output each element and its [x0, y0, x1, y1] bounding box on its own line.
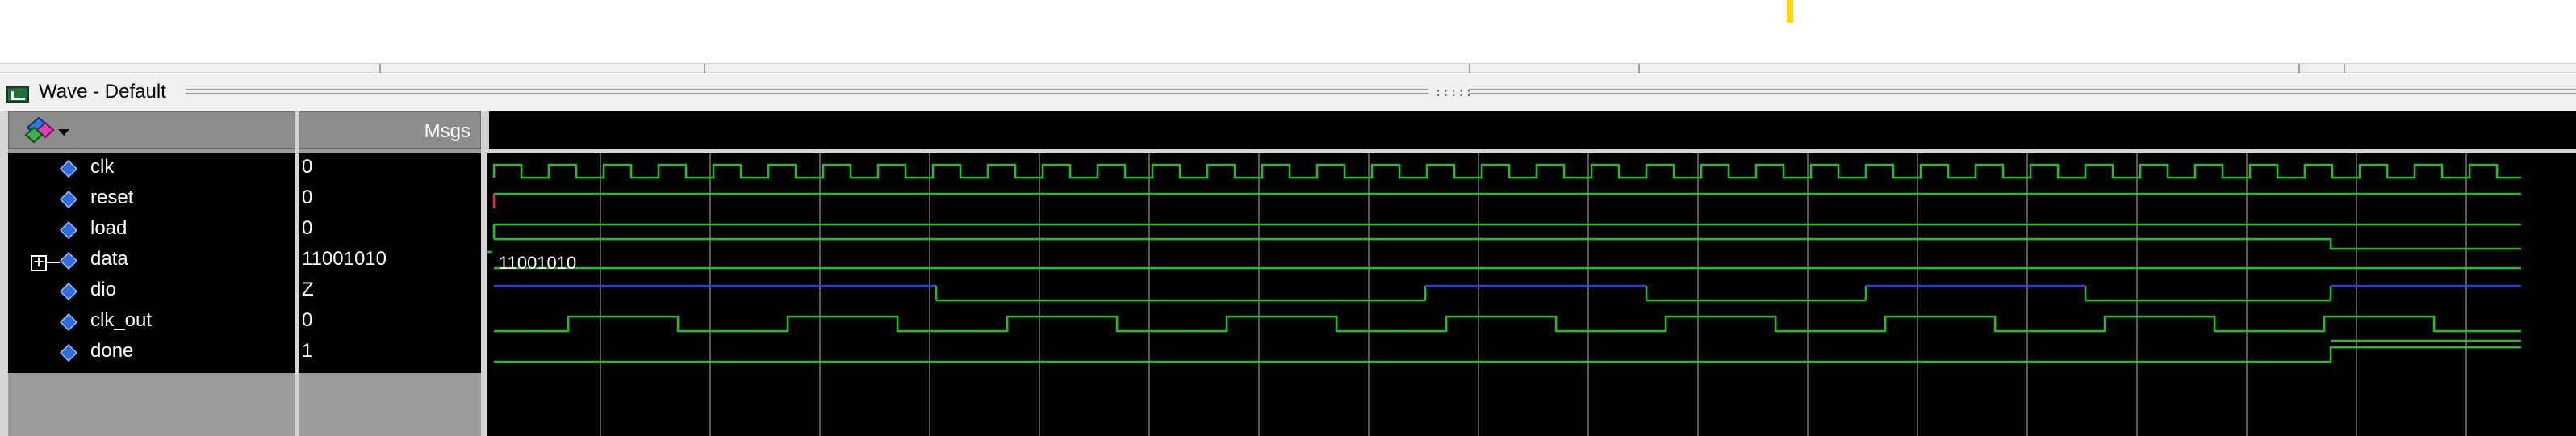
window-gripper[interactable]: ::::: — [1435, 86, 1472, 99]
signal-name[interactable]: dio — [90, 279, 116, 301]
signal-value: Z — [302, 279, 314, 300]
diamond-signal-icon — [60, 313, 77, 331]
splitter-handle[interactable] — [1469, 64, 1470, 73]
waveform-canvas[interactable]: 11001010 — [487, 153, 2576, 436]
splitter-handle[interactable] — [704, 64, 705, 73]
signal-name[interactable]: clk — [90, 156, 114, 178]
waveform-traces — [487, 163, 2521, 363]
signal-value: 0 — [302, 156, 313, 178]
titlebar-grip-lines — [186, 89, 1428, 95]
splitter-handle[interactable] — [379, 64, 381, 73]
signal-names-list — [8, 153, 295, 373]
window-left-frame — [0, 111, 8, 436]
signal-value: 0 — [302, 217, 313, 239]
chevron-down-icon[interactable] — [58, 129, 69, 136]
splitter-handle[interactable] — [2298, 64, 2300, 73]
tree-connector — [47, 262, 60, 263]
diamond-signal-icon — [60, 344, 77, 362]
diamond-signal-icon — [60, 160, 77, 178]
window-title: Wave - Default — [39, 81, 166, 103]
desktop-top-area — [0, 0, 2576, 65]
data-bus-value: 11001010 — [499, 253, 576, 273]
signal-value: 0 — [302, 187, 313, 208]
titlebar-grip-lines — [1469, 89, 2576, 95]
highlight-marker — [1787, 0, 1793, 23]
msgs-column-label: Msgs — [424, 120, 470, 142]
wave-window-icon — [6, 86, 29, 103]
splitter-handle[interactable] — [1638, 64, 1640, 73]
wave-header — [487, 111, 2576, 149]
diamond-signal-icon — [60, 191, 77, 208]
signal-name[interactable]: clk_out — [90, 309, 152, 332]
diamond-signal-icon — [60, 252, 77, 270]
splitter-handle[interactable] — [2344, 64, 2345, 73]
signal-value: 0 — [302, 309, 313, 331]
signal-name[interactable]: data — [90, 248, 128, 270]
clk-wave — [492, 163, 2521, 179]
expand-plus-icon[interactable]: + — [31, 252, 47, 272]
done-wave — [494, 346, 2521, 363]
time-grid — [600, 153, 2467, 436]
signal-name[interactable]: reset — [90, 187, 133, 209]
signal-name[interactable]: load — [90, 217, 127, 240]
diamond-signal-icon — [60, 221, 77, 239]
values-header: Msgs — [299, 111, 481, 149]
signal-value: 11001010 — [302, 248, 387, 270]
pane-divider[interactable] — [481, 111, 487, 436]
load-wave — [492, 224, 2521, 250]
signal-value: 1 — [302, 340, 313, 362]
pane-splitter-strip[interactable] — [0, 63, 2576, 73]
signal-name[interactable]: done — [90, 340, 133, 363]
diamond-signal-icon — [60, 283, 77, 300]
clk-out-wave — [494, 315, 2521, 333]
